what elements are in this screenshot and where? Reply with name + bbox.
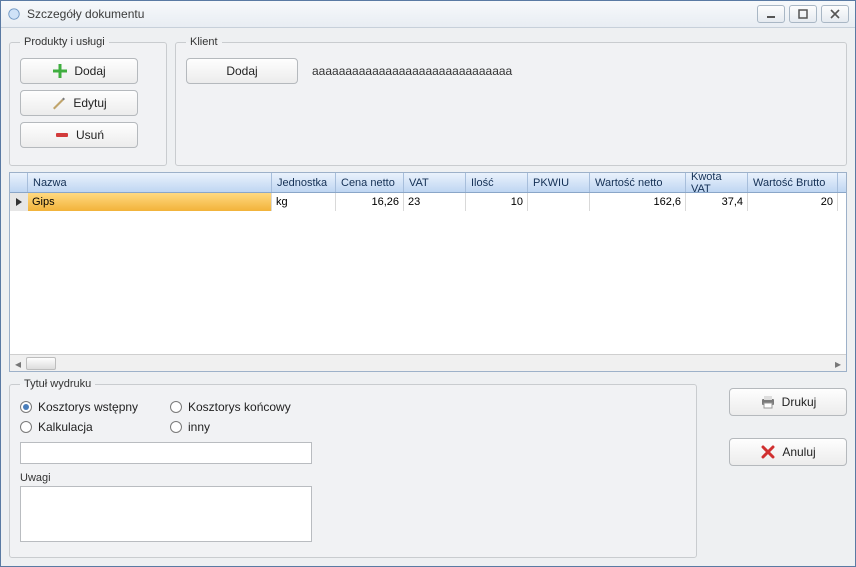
- print-legend: Tytuł wydruku: [20, 378, 95, 390]
- horizontal-scrollbar[interactable]: ◂ ▸: [10, 354, 846, 371]
- edit-product-label: Edytuj: [73, 96, 106, 110]
- grid-body: Gips kg 16,26 23 10 162,6 37,4 20: [10, 193, 846, 354]
- row-indicator-icon: [10, 193, 28, 211]
- titlebar: Szczegóły dokumentu: [1, 1, 855, 28]
- col-wartosc-brutto[interactable]: Wartość Brutto: [748, 173, 838, 192]
- edit-product-button[interactable]: Edytuj: [20, 90, 138, 116]
- items-grid[interactable]: Nazwa Jednostka Cena netto VAT Ilość PKW…: [9, 172, 847, 372]
- radio-dot-icon: [20, 401, 32, 413]
- radio-kalkulacja[interactable]: Kalkulacja: [20, 420, 170, 434]
- products-group: Produkty i usługi Dodaj Edytuj: [9, 36, 167, 166]
- window-buttons: [757, 5, 849, 23]
- col-jednostka[interactable]: Jednostka: [272, 173, 336, 192]
- cell-cena-netto[interactable]: 16,26: [336, 193, 404, 211]
- client-name: aaaaaaaaaaaaaaaaaaaaaaaaaaaaaa: [312, 58, 512, 78]
- print-label: Drukuj: [782, 395, 817, 409]
- radio-kosztorys-koncowy[interactable]: Kosztorys końcowy: [170, 400, 350, 414]
- add-product-label: Dodaj: [74, 64, 105, 78]
- col-wartosc-netto[interactable]: Wartość netto: [590, 173, 686, 192]
- remarks-input[interactable]: [20, 486, 312, 542]
- scroll-thumb[interactable]: [26, 357, 56, 370]
- plus-icon: [52, 63, 68, 79]
- print-title-group: Tytuł wydruku Kosztorys wstępny Kosztory…: [9, 378, 697, 558]
- radio-label: inny: [188, 420, 210, 434]
- add-client-button[interactable]: Dodaj: [186, 58, 298, 84]
- radio-label: Kosztorys wstępny: [38, 400, 138, 414]
- table-row[interactable]: Gips kg 16,26 23 10 162,6 37,4 20: [10, 193, 846, 211]
- scroll-left-icon[interactable]: ◂: [10, 355, 26, 372]
- client-group: Klient Dodaj aaaaaaaaaaaaaaaaaaaaaaaaaaa…: [175, 36, 847, 166]
- radio-dot-icon: [170, 421, 182, 433]
- action-buttons: Drukuj Anuluj: [707, 378, 847, 558]
- col-kwota-vat[interactable]: Kwota VAT: [686, 173, 748, 192]
- col-ilosc[interactable]: Ilość: [466, 173, 528, 192]
- radio-label: Kosztorys końcowy: [188, 400, 291, 414]
- maximize-button[interactable]: [789, 5, 817, 23]
- add-product-button[interactable]: Dodaj: [20, 58, 138, 84]
- minimize-button[interactable]: [757, 5, 785, 23]
- cell-ilosc[interactable]: 10: [466, 193, 528, 211]
- delete-product-button[interactable]: Usuń: [20, 122, 138, 148]
- cell-nazwa[interactable]: Gips: [28, 193, 272, 211]
- radio-dot-icon: [170, 401, 182, 413]
- pencil-icon: [51, 95, 67, 111]
- delete-product-label: Usuń: [76, 128, 104, 142]
- grid-header: Nazwa Jednostka Cena netto VAT Ilość PKW…: [10, 173, 846, 193]
- cell-jednostka[interactable]: kg: [272, 193, 336, 211]
- client-legend: Klient: [186, 36, 222, 48]
- cell-pkwiu[interactable]: [528, 193, 590, 211]
- col-vat[interactable]: VAT: [404, 173, 466, 192]
- col-nazwa[interactable]: Nazwa: [28, 173, 272, 192]
- remarks-label: Uwagi: [20, 472, 686, 484]
- cell-vat[interactable]: 23: [404, 193, 466, 211]
- cancel-label: Anuluj: [782, 445, 815, 459]
- radio-dot-icon: [20, 421, 32, 433]
- cell-wartosc-netto[interactable]: 162,6: [590, 193, 686, 211]
- cancel-button[interactable]: Anuluj: [729, 438, 847, 466]
- app-icon: [7, 7, 21, 21]
- radio-label: Kalkulacja: [38, 420, 93, 434]
- add-client-label: Dodaj: [226, 64, 257, 78]
- window-title: Szczegóły dokumentu: [27, 7, 144, 21]
- printer-icon: [760, 394, 776, 410]
- radio-inny[interactable]: inny: [170, 420, 350, 434]
- cell-kwota-vat[interactable]: 37,4: [686, 193, 748, 211]
- close-button[interactable]: [821, 5, 849, 23]
- window: Szczegóły dokumentu Produkty i usługi: [0, 0, 856, 567]
- radio-kosztorys-wstepny[interactable]: Kosztorys wstępny: [20, 400, 170, 414]
- cancel-icon: [760, 444, 776, 460]
- scroll-right-icon[interactable]: ▸: [830, 355, 846, 372]
- cell-wartosc-brutto[interactable]: 20: [748, 193, 838, 211]
- col-cena-netto[interactable]: Cena netto: [336, 173, 404, 192]
- products-legend: Produkty i usługi: [20, 36, 109, 48]
- custom-title-input[interactable]: [20, 442, 312, 464]
- print-button[interactable]: Drukuj: [729, 388, 847, 416]
- minus-icon: [54, 127, 70, 143]
- col-pkwiu[interactable]: PKWIU: [528, 173, 590, 192]
